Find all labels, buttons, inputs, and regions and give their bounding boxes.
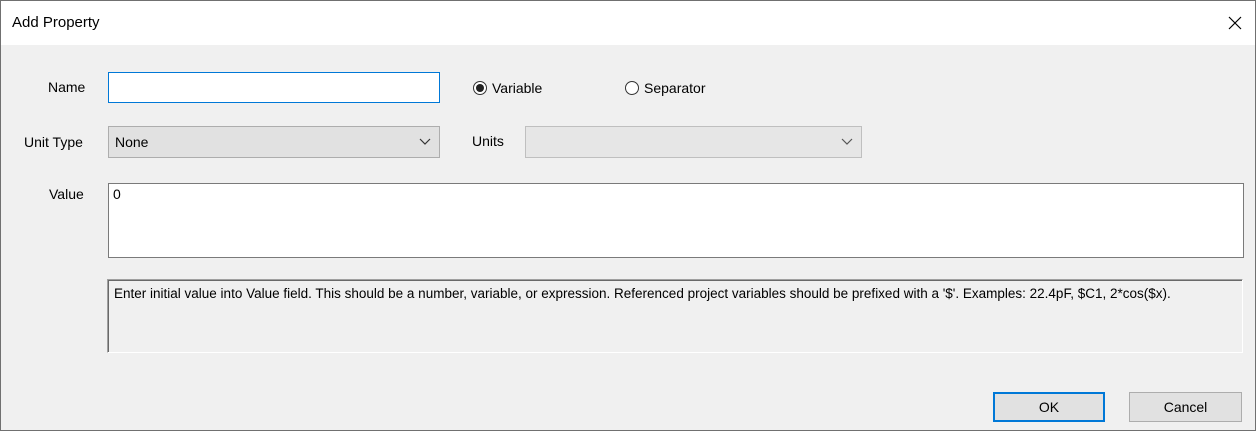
unit-type-value: None bbox=[115, 134, 149, 150]
chevron-down-icon bbox=[419, 138, 431, 145]
radio-separator-indicator bbox=[625, 81, 639, 95]
units-label: Units bbox=[472, 133, 504, 149]
title-bar: Add Property bbox=[1, 1, 1255, 45]
close-button[interactable] bbox=[1221, 9, 1249, 37]
radio-variable-indicator bbox=[473, 81, 487, 95]
cancel-button[interactable]: Cancel bbox=[1129, 392, 1242, 422]
radio-variable[interactable]: Variable bbox=[473, 80, 542, 96]
unit-type-label: Unit Type bbox=[24, 134, 83, 150]
units-select[interactable] bbox=[525, 126, 862, 158]
add-property-dialog: Add Property Name Variable Separator Uni… bbox=[0, 0, 1256, 431]
radio-variable-label: Variable bbox=[492, 80, 543, 96]
name-label: Name bbox=[48, 79, 86, 95]
radio-separator-label: Separator bbox=[644, 80, 706, 96]
unit-type-select[interactable]: None bbox=[108, 126, 440, 158]
value-textarea[interactable]: 0 bbox=[108, 183, 1244, 258]
close-icon bbox=[1228, 16, 1242, 30]
name-input[interactable] bbox=[108, 72, 440, 103]
hint-text: Enter initial value into Value field. Th… bbox=[107, 279, 1243, 353]
ok-button[interactable]: OK bbox=[993, 392, 1105, 422]
value-label: Value bbox=[49, 186, 84, 202]
chevron-down-icon bbox=[841, 138, 853, 145]
radio-separator[interactable]: Separator bbox=[625, 80, 705, 96]
window-title: Add Property bbox=[12, 14, 100, 31]
